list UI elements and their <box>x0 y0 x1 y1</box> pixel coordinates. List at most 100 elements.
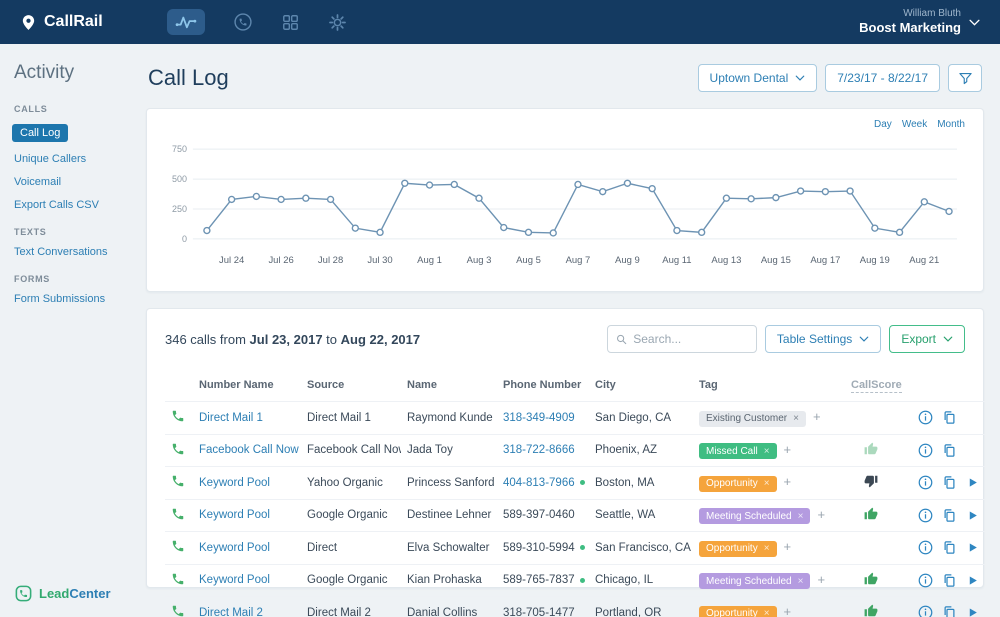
sidebar-section-label: CALLS <box>14 104 48 114</box>
user-name: William Bluth <box>903 7 961 19</box>
company-selector[interactable]: Uptown Dental <box>697 64 818 92</box>
thumbs-up-icon[interactable] <box>864 604 878 617</box>
tag-pill: Meeting Scheduled × <box>699 573 811 589</box>
sidebar-item-text-conversations[interactable]: Text Conversations <box>14 246 118 258</box>
call-details-info-icon[interactable] <box>918 410 933 425</box>
call-details-info-icon[interactable] <box>918 540 933 555</box>
tag-pill: Meeting Scheduled × <box>699 508 811 524</box>
add-tag-button[interactable]: + <box>817 572 825 587</box>
city-cell: San Diego, CA <box>589 401 693 434</box>
copy-icon[interactable] <box>942 410 957 425</box>
granularity-day[interactable]: Day <box>874 119 892 130</box>
table-row: Keyword Pool Google Organic Kian Prohaska 5… <box>165 563 985 597</box>
number-name-link[interactable]: Direct Mail 1 <box>199 412 263 424</box>
main-content: Call Log Uptown Dental 7/23/17 - 8/22/17… <box>132 44 1000 617</box>
number-name-link[interactable]: Direct Mail 2 <box>199 607 263 617</box>
integrations-nav-icon[interactable] <box>281 13 300 32</box>
thumbs-up-light-icon[interactable] <box>864 442 878 459</box>
thumbs-up-icon[interactable] <box>864 507 878 524</box>
sidebar-item-form-submissions[interactable]: Form Submissions <box>14 293 118 305</box>
column-header: Name <box>407 379 437 391</box>
copy-icon[interactable] <box>942 573 957 588</box>
svg-text:Jul 26: Jul 26 <box>268 255 293 266</box>
filter-button[interactable] <box>948 64 982 92</box>
thumbs-up-icon[interactable] <box>864 572 878 589</box>
play-recording-icon[interactable] <box>966 541 979 554</box>
add-tag-button[interactable]: + <box>784 604 792 617</box>
remove-tag-icon[interactable]: × <box>764 446 770 457</box>
number-name-link[interactable]: Keyword Pool <box>199 477 270 489</box>
svg-text:Jul 28: Jul 28 <box>318 255 343 266</box>
call-details-info-icon[interactable] <box>918 573 933 588</box>
add-tag-button[interactable]: + <box>784 539 792 554</box>
number-name-link[interactable]: Keyword Pool <box>199 542 270 554</box>
copy-icon[interactable] <box>942 605 957 617</box>
sidebar-item-call-log[interactable]: Call Log <box>12 124 69 142</box>
copy-icon[interactable] <box>942 540 957 555</box>
account-selector[interactable]: William Bluth Boost Marketing <box>859 8 980 37</box>
number-name-link[interactable]: Keyword Pool <box>199 509 270 521</box>
call-log-table: Number Name Source Name Phone Number City Tag… <box>165 373 985 617</box>
settings-gear-icon[interactable] <box>328 13 347 32</box>
call-details-info-icon[interactable] <box>918 605 933 617</box>
call-details-info-icon[interactable] <box>918 508 933 523</box>
remove-tag-icon[interactable]: × <box>764 478 770 489</box>
remove-tag-icon[interactable]: × <box>798 511 804 522</box>
remove-tag-icon[interactable]: × <box>764 608 770 617</box>
svg-text:Jul 30: Jul 30 <box>367 255 392 266</box>
add-tag-button[interactable]: + <box>784 442 792 457</box>
table-row: Keyword Pool Google Organic Destinee Lehne… <box>165 498 985 532</box>
call-answered-icon <box>171 443 185 459</box>
call-details-info-icon[interactable] <box>918 443 933 458</box>
caller-name-cell: Destinee Lehner <box>401 498 497 532</box>
activity-nav-icon[interactable] <box>166 9 205 35</box>
city-cell: Seattle, WA <box>589 498 693 532</box>
city-cell: Boston, MA <box>589 466 693 499</box>
search-input[interactable] <box>633 332 748 346</box>
date-range-picker[interactable]: 7/23/17 - 8/22/17 <box>825 64 940 92</box>
play-recording-icon[interactable] <box>966 509 979 522</box>
svg-text:Aug 11: Aug 11 <box>662 255 691 266</box>
phone-number-link[interactable]: 318-722-8666 <box>503 444 575 456</box>
svg-text:Aug 5: Aug 5 <box>516 255 541 266</box>
table-row: Facebook Call Now Facebook Call Now Jada T… <box>165 433 985 467</box>
play-recording-icon[interactable] <box>966 574 979 587</box>
number-name-link[interactable]: Facebook Call Now <box>199 444 299 456</box>
svg-text:750: 750 <box>172 144 187 154</box>
leadcenter-icon <box>15 585 32 602</box>
play-recording-icon[interactable] <box>966 606 979 617</box>
sidebar-item-unique-callers[interactable]: Unique Callers <box>14 153 118 165</box>
city-cell: Portland, OR <box>589 596 693 617</box>
sidebar-item-export-calls-csv[interactable]: Export Calls CSV <box>14 199 118 211</box>
add-tag-button[interactable]: + <box>817 507 825 522</box>
leadcenter-lead-text: Lead <box>39 586 70 601</box>
remove-tag-icon[interactable]: × <box>764 543 770 554</box>
export-button[interactable]: Export <box>889 325 965 353</box>
phone-number-link[interactable]: 404-813-7966 <box>503 477 575 489</box>
add-tag-button[interactable]: + <box>813 409 821 424</box>
sidebar-item-voicemail[interactable]: Voicemail <box>14 176 118 188</box>
add-tag-button[interactable]: + <box>784 474 792 489</box>
play-recording-icon[interactable] <box>966 476 979 489</box>
brand-logo[interactable]: CallRail <box>20 13 103 31</box>
svg-text:Jul 24: Jul 24 <box>219 255 244 266</box>
phone-nav-icon[interactable] <box>233 12 253 32</box>
svg-text:500: 500 <box>172 174 187 184</box>
copy-icon[interactable] <box>942 475 957 490</box>
remove-tag-icon[interactable]: × <box>793 413 799 424</box>
leadcenter-logo[interactable]: LeadCenter <box>14 584 111 603</box>
new-caller-dot <box>579 545 585 551</box>
phone-number-link[interactable]: 318-349-4909 <box>503 412 575 424</box>
granularity-week[interactable]: Week <box>902 119 927 130</box>
callrail-logo-icon <box>22 14 35 30</box>
copy-icon[interactable] <box>942 443 957 458</box>
remove-tag-icon[interactable]: × <box>798 576 804 587</box>
column-header: Tag <box>699 379 718 391</box>
table-settings-button[interactable]: Table Settings <box>764 325 882 353</box>
granularity-month[interactable]: Month <box>937 119 965 130</box>
call-details-info-icon[interactable] <box>918 475 933 490</box>
tag-pill: Existing Customer × <box>699 410 806 427</box>
thumbs-down-icon[interactable] <box>864 476 878 491</box>
copy-icon[interactable] <box>942 508 957 523</box>
number-name-link[interactable]: Keyword Pool <box>199 574 270 586</box>
